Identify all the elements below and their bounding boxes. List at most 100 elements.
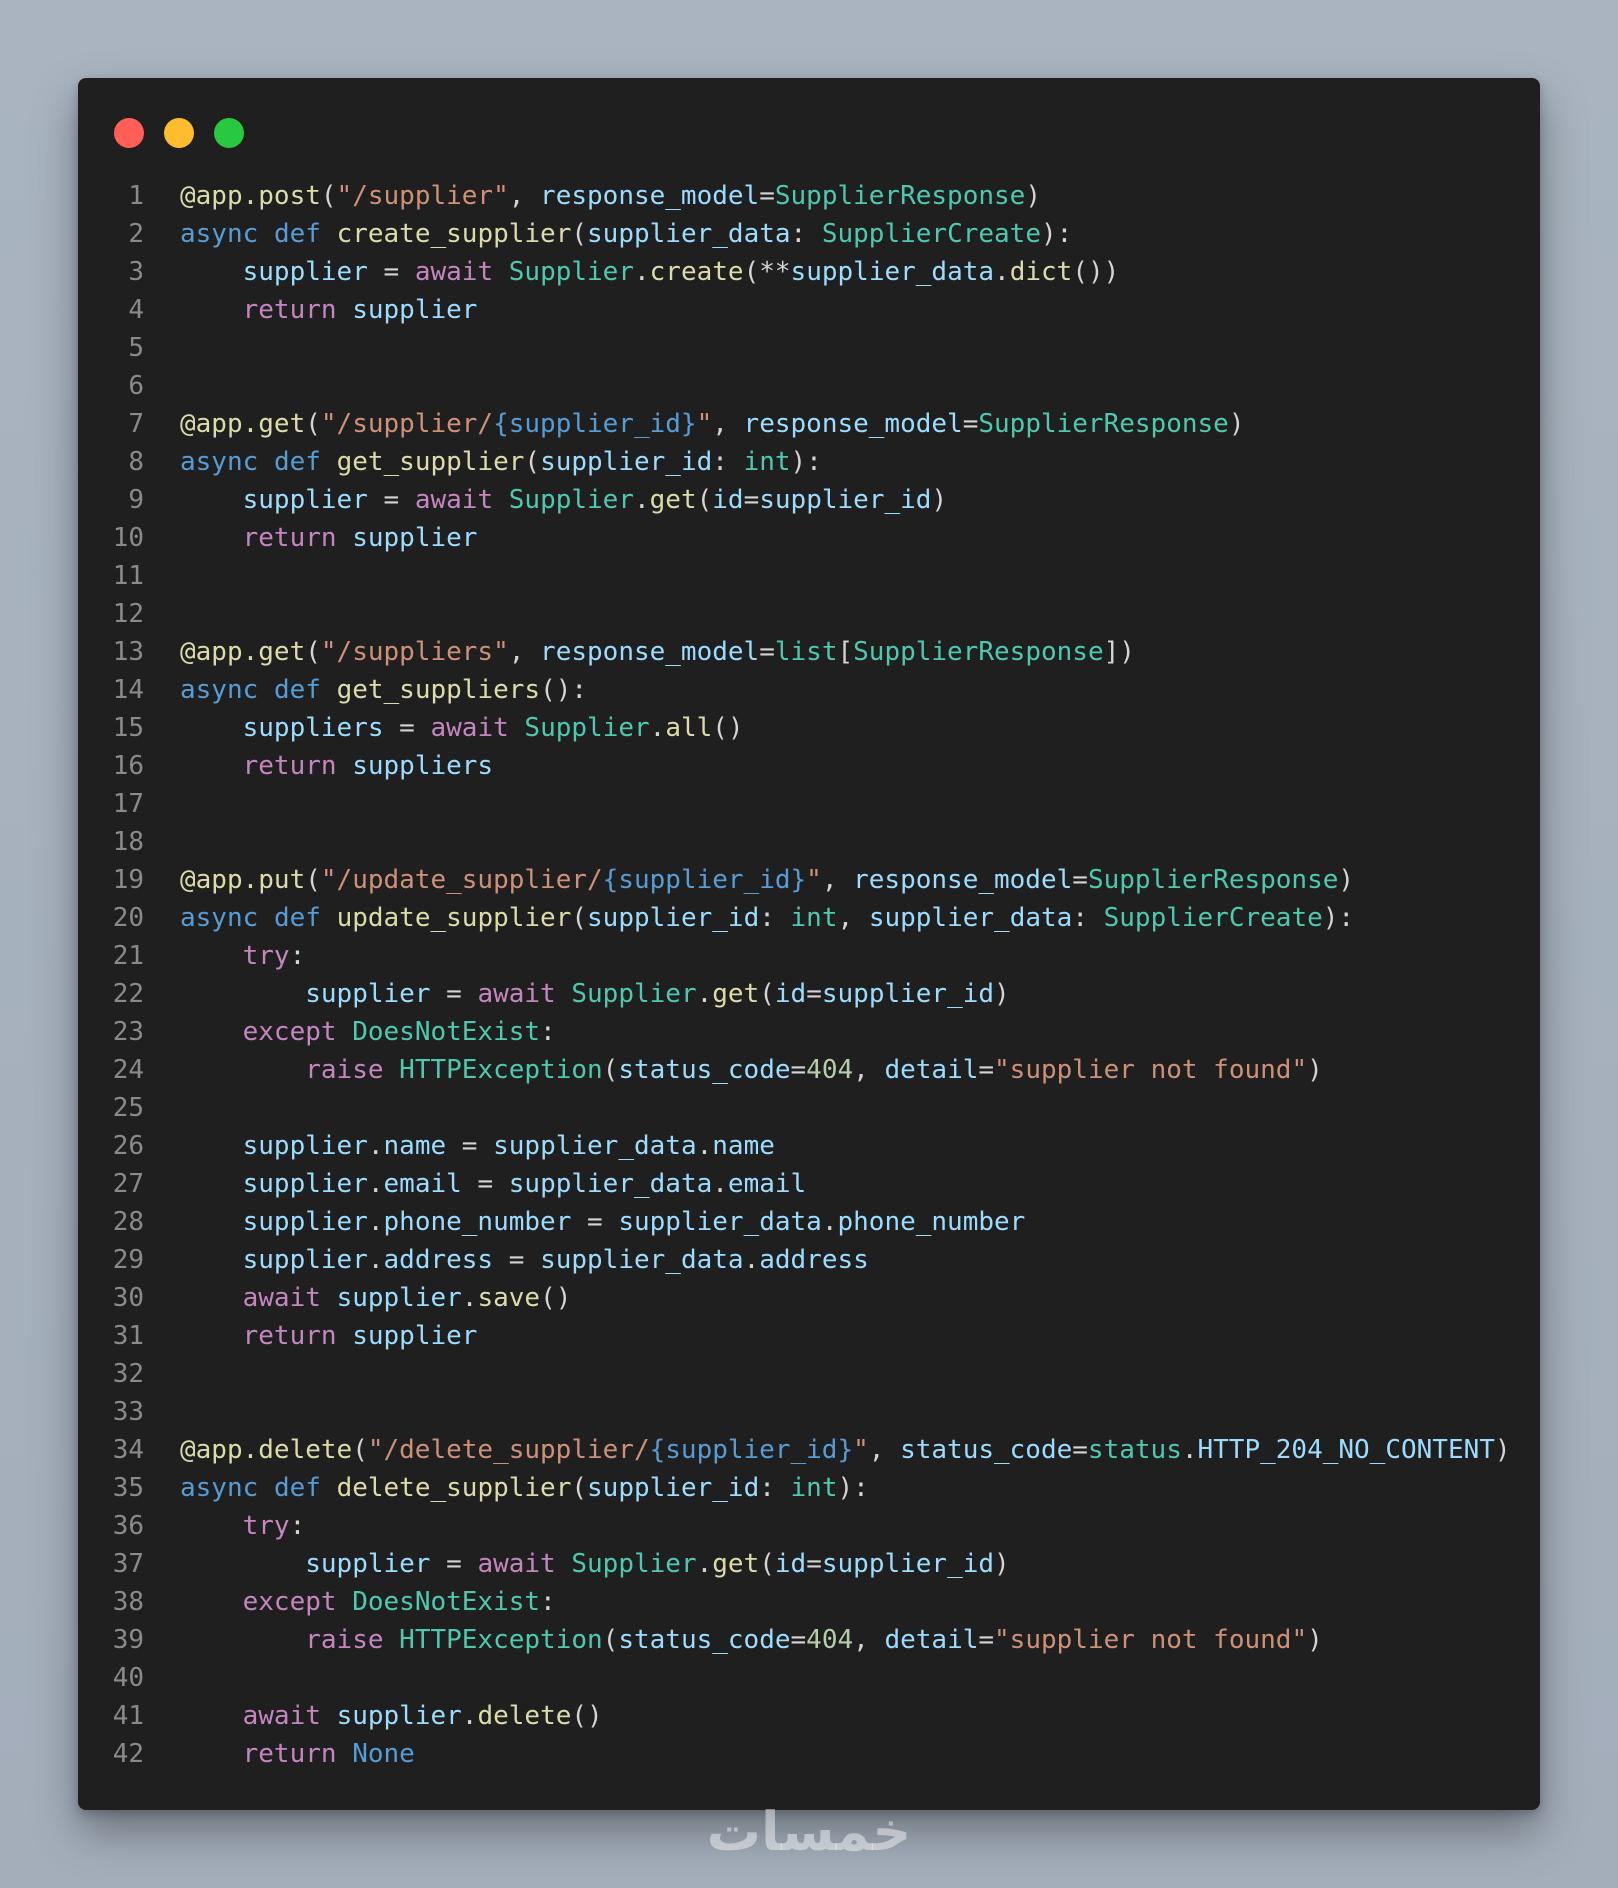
line-number: 42 — [112, 1739, 144, 1769]
code-line: 21 try: — [78, 937, 1540, 975]
code-token-number: 404 — [806, 1625, 854, 1655]
code-token-punct: : — [289, 941, 306, 971]
code-token-control: except — [242, 1017, 337, 1047]
code-token-default: supplier — [352, 1321, 478, 1351]
code-token-string: "/supplier" — [336, 181, 509, 211]
code-token-function: get — [649, 485, 697, 515]
code-token-punct — [180, 257, 243, 287]
code-token-type: list — [774, 637, 838, 667]
code-token-function: delete — [477, 1701, 572, 1731]
code-token-punct — [337, 1739, 353, 1769]
code-token-punct — [384, 1625, 400, 1655]
code-token-string: " — [696, 409, 713, 439]
code-token-punct — [321, 1473, 337, 1503]
code-token-punct: = — [978, 1055, 995, 1085]
code-line: 23 except DoesNotExist: — [78, 1013, 1540, 1051]
code-line: 32 — [78, 1355, 1540, 1393]
code-token-punct: : — [759, 1473, 791, 1503]
code-token-punct — [180, 1055, 305, 1085]
code-token-punct: . — [367, 1207, 384, 1237]
code-token-punct: , — [853, 1625, 885, 1655]
code-token-punct: : — [790, 219, 822, 249]
line-number: 4 — [128, 295, 144, 325]
code-token-default: supplier_id — [587, 903, 760, 933]
code-token-control: return — [242, 1739, 337, 1769]
maximize-button[interactable] — [214, 118, 244, 148]
line-number: 11 — [112, 561, 144, 591]
code-token-punct: = — [978, 1625, 995, 1655]
code-text: supplier = await Supplier.get(id=supplie… — [144, 481, 947, 519]
code-token-default: name — [383, 1131, 447, 1161]
code-token-control: try — [242, 941, 290, 971]
code-token-punct — [384, 1055, 400, 1085]
code-token-punct — [337, 295, 353, 325]
code-line: 9 supplier = await Supplier.get(id=suppl… — [78, 481, 1540, 519]
code-text: supplier = await Supplier.get(id=supplie… — [144, 1545, 1009, 1583]
code-token-punct: = — [430, 979, 478, 1009]
code-token-punct: ( — [571, 903, 588, 933]
code-token-type: DoesNotExist — [352, 1017, 541, 1047]
code-token-control: await — [430, 713, 509, 743]
code-token-default: supplier_id — [821, 979, 995, 1009]
close-button[interactable] — [114, 118, 144, 148]
code-token-punct: = — [383, 713, 431, 743]
code-token-type: SupplierResponse — [1087, 865, 1339, 895]
code-token-punct: = — [790, 1625, 807, 1655]
code-token-punct — [180, 1207, 243, 1237]
code-token-punct: ) — [931, 485, 948, 515]
code-token-punct: ( — [602, 1625, 619, 1655]
minimize-button[interactable] — [164, 118, 194, 148]
line-number: 7 — [128, 409, 144, 439]
code-token-punct — [337, 1587, 353, 1617]
line-number: 38 — [112, 1587, 144, 1617]
code-text: supplier = await Supplier.create(**suppl… — [144, 253, 1120, 291]
code-token-default: response_model — [853, 865, 1073, 895]
code-token-type: HTTPException — [399, 1625, 603, 1655]
code-token-string: "supplier not found" — [994, 1625, 1308, 1655]
code-token-default: id — [712, 485, 744, 515]
code-token-function: @app.get — [180, 637, 306, 667]
code-token-default: supplier — [242, 1131, 368, 1161]
code-token-punct — [180, 941, 243, 971]
code-token-punct: . — [696, 1549, 713, 1579]
code-token-control: raise — [305, 1625, 384, 1655]
code-line: 10 return supplier — [78, 519, 1540, 557]
code-line: 30 await supplier.save() — [78, 1279, 1540, 1317]
code-token-default: supplier_id — [821, 1549, 995, 1579]
code-token-default: status_code — [618, 1625, 791, 1655]
code-text: @app.get("/supplier/{supplier_id}", resp… — [144, 405, 1244, 443]
code-token-punct: ( — [305, 409, 321, 439]
code-line: 16 return suppliers — [78, 747, 1540, 785]
code-token-type: Supplier — [508, 257, 634, 287]
code-token-punct: : — [712, 447, 744, 477]
code-token-punct — [337, 523, 353, 553]
code-token-default: address — [759, 1245, 869, 1275]
code-token-punct: ) — [1338, 865, 1355, 895]
code-token-punct: , — [508, 181, 541, 211]
code-token-punct: : — [540, 1587, 556, 1617]
code-token-punct: . — [634, 485, 650, 515]
code-token-punct: (): — [540, 675, 588, 705]
code-text: return suppliers — [144, 747, 493, 785]
code-token-punct: . — [1181, 1435, 1198, 1465]
code-token-punct: : — [759, 903, 791, 933]
code-line: 14 async def get_suppliers(): — [78, 671, 1540, 709]
code-line: 11 — [78, 557, 1540, 595]
line-number: 22 — [112, 979, 144, 1009]
code-token-punct — [337, 751, 353, 781]
code-token-punct — [337, 1017, 353, 1047]
code-token-punct — [180, 751, 243, 781]
code-token-type: SupplierCreate — [1103, 903, 1323, 933]
code-token-punct: . — [696, 979, 713, 1009]
code-token-string: "/suppliers" — [320, 637, 509, 667]
line-number: 9 — [128, 485, 144, 515]
code-text: except DoesNotExist: — [144, 1013, 556, 1051]
code-text: await supplier.save() — [144, 1279, 572, 1317]
code-token-default: supplier_data — [868, 903, 1073, 933]
code-line: 27 supplier.email = supplier_data.email — [78, 1165, 1540, 1203]
line-number: 21 — [112, 941, 144, 971]
code-token-string: "/supplier/ — [320, 409, 494, 439]
